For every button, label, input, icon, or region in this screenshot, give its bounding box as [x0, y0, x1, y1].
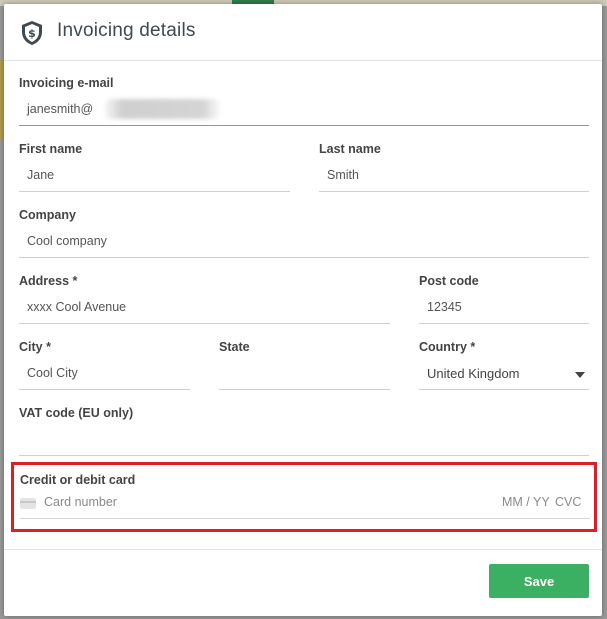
card-expiry-input[interactable]: MM / YY: [502, 495, 550, 509]
post-code-underline: [419, 323, 589, 324]
caret-down-icon[interactable]: [575, 372, 585, 378]
save-button[interactable]: Save: [489, 564, 589, 598]
city-underline: [19, 389, 190, 390]
state-label: State: [219, 340, 250, 354]
country-label: Country *: [419, 340, 476, 354]
address-underline: [19, 323, 390, 324]
first-name-underline: [19, 191, 290, 192]
address-label: Address *: [19, 274, 78, 288]
invoicing-email-underline: [19, 125, 589, 126]
post-code-field[interactable]: Post code 12345: [419, 274, 589, 324]
card-underline: [20, 518, 590, 519]
invoicing-email-label: Invoicing e-mail: [19, 76, 114, 90]
first-name-value[interactable]: Jane: [27, 168, 54, 182]
post-code-value[interactable]: 12345: [427, 300, 462, 314]
address-field[interactable]: Address * xxxx Cool Avenue: [19, 274, 390, 324]
card-highlight-box: Credit or debit card Card number MM / YY…: [11, 462, 597, 532]
state-underline: [219, 389, 390, 390]
city-value[interactable]: Cool City: [27, 366, 78, 380]
modal-footer-divider: [4, 549, 602, 550]
state-field[interactable]: State: [219, 340, 390, 390]
last-name-underline: [319, 191, 589, 192]
post-code-label: Post code: [419, 274, 479, 288]
city-label: City *: [19, 340, 51, 354]
invoicing-email-field[interactable]: Invoicing e-mail janesmith@: [19, 76, 589, 126]
invoicing-email-value[interactable]: janesmith@: [27, 102, 93, 116]
card-number-input[interactable]: Card number: [44, 495, 117, 509]
last-name-label: Last name: [319, 142, 381, 156]
credit-card-icon: [20, 498, 36, 509]
dollar-shield-icon: $: [22, 21, 42, 45]
first-name-label: First name: [19, 142, 83, 156]
company-label: Company: [19, 208, 76, 222]
country-value[interactable]: United Kingdom: [427, 366, 520, 381]
company-value[interactable]: Cool company: [27, 234, 107, 248]
vat-code-field[interactable]: VAT code (EU only): [19, 406, 589, 456]
modal-header: $ Invoicing details: [4, 4, 602, 61]
vat-code-label: VAT code (EU only): [19, 406, 134, 420]
card-cvc-input[interactable]: CVC: [555, 495, 581, 509]
vat-code-underline: [19, 455, 589, 456]
card-label: Credit or debit card: [20, 473, 136, 487]
company-field[interactable]: Company Cool company: [19, 208, 589, 258]
address-value[interactable]: xxxx Cool Avenue: [27, 300, 126, 314]
invoicing-details-modal: $ Invoicing details Invoicing e-mail jan…: [4, 4, 602, 616]
svg-text:$: $: [28, 27, 36, 40]
first-name-field[interactable]: First name Jane: [19, 142, 290, 192]
country-select[interactable]: Country * United Kingdom: [419, 340, 589, 390]
city-field[interactable]: City * Cool City: [19, 340, 190, 390]
redacted-email-blur: [105, 99, 220, 119]
company-underline: [19, 257, 589, 258]
country-underline: [419, 389, 589, 390]
last-name-field[interactable]: Last name Smith: [319, 142, 589, 192]
last-name-value[interactable]: Smith: [327, 168, 359, 182]
modal-title: Invoicing details: [57, 20, 196, 41]
